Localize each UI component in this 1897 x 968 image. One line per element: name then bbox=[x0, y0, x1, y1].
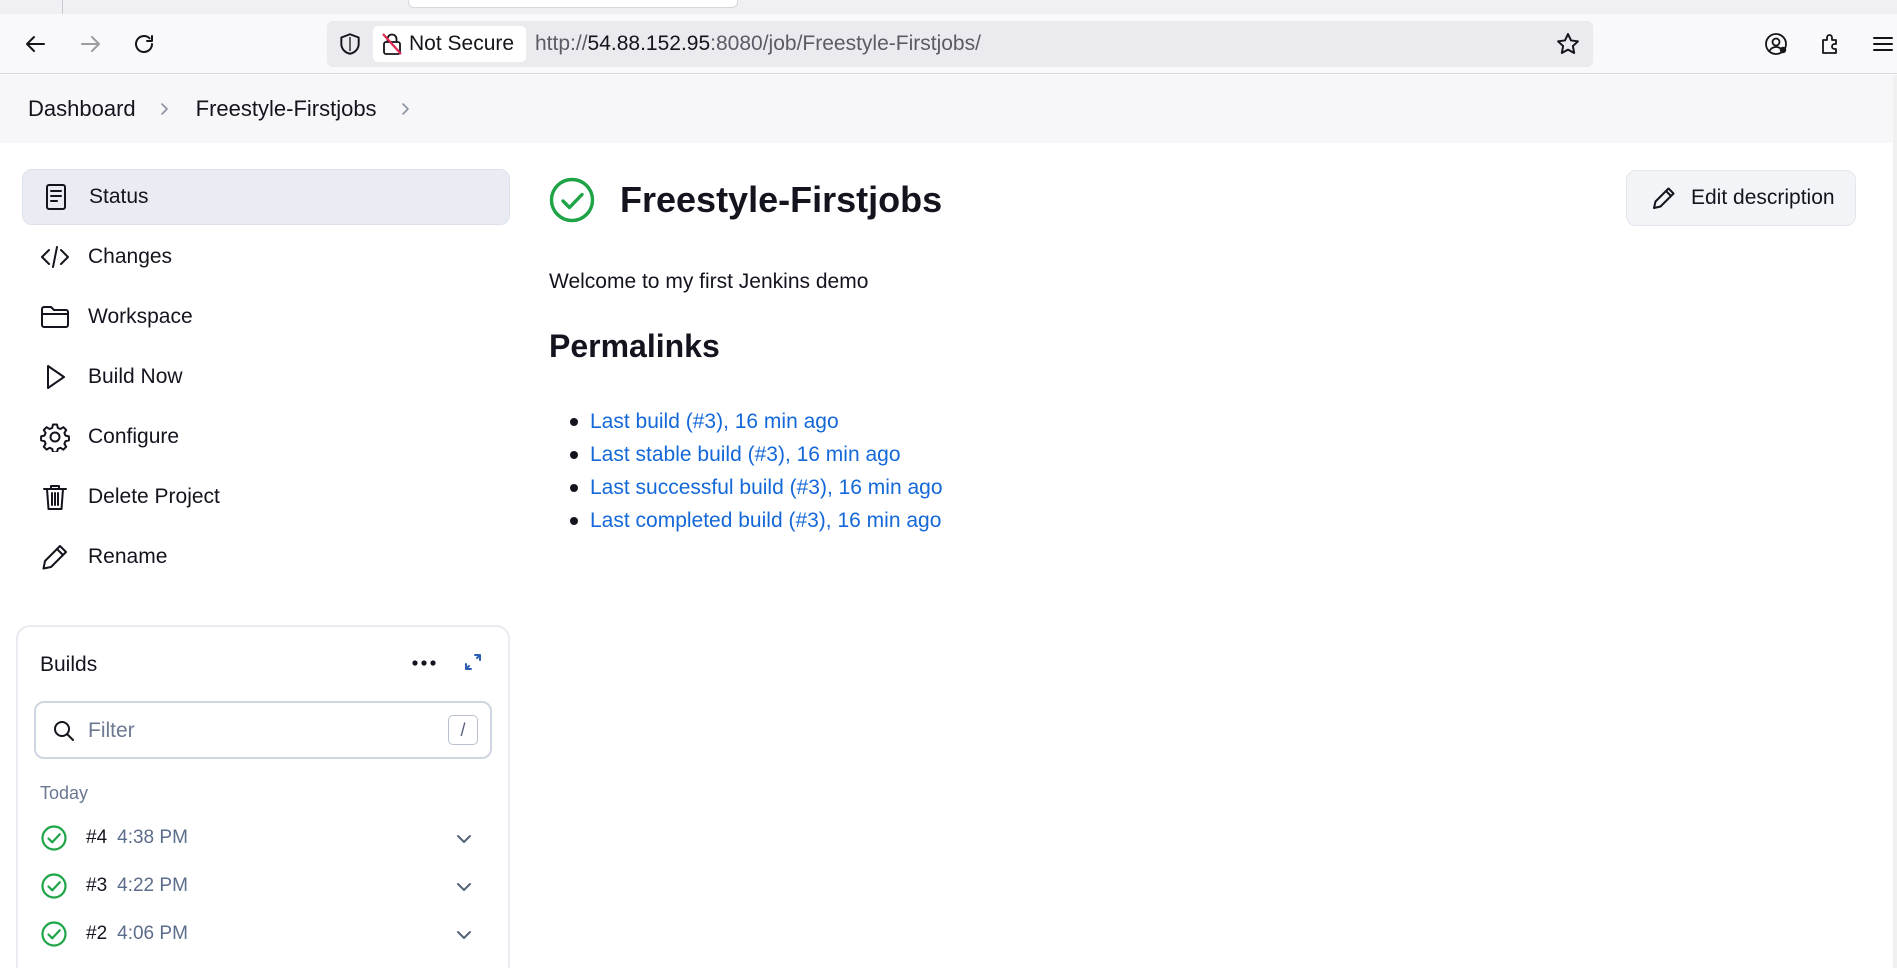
arrow-right-icon bbox=[81, 36, 100, 52]
builds-filter[interactable]: / bbox=[34, 701, 492, 759]
browser-tab-strip bbox=[0, 0, 1897, 14]
pencil-icon bbox=[1653, 187, 1675, 209]
breadcrumb-item-dashboard[interactable]: Dashboard bbox=[28, 96, 136, 122]
chevron-right-icon bbox=[156, 101, 172, 117]
pencil-icon bbox=[40, 542, 70, 572]
chevron-down-icon[interactable] bbox=[454, 877, 474, 897]
task-status[interactable]: Status bbox=[22, 169, 510, 225]
more-options-icon[interactable] bbox=[410, 653, 438, 673]
arrow-left-icon bbox=[26, 36, 45, 52]
builds-title: Builds bbox=[40, 653, 98, 676]
task-changes[interactable]: Changes bbox=[22, 229, 510, 285]
success-check-icon bbox=[41, 825, 67, 851]
filter-shortcut-key: / bbox=[448, 715, 478, 745]
filter-input[interactable] bbox=[88, 715, 428, 747]
success-check-icon bbox=[549, 177, 595, 223]
success-check-icon bbox=[41, 873, 67, 899]
task-label: Rename bbox=[88, 545, 168, 568]
permalinks-heading: Permalinks bbox=[549, 328, 720, 364]
build-time[interactable]: 4:22 PM bbox=[117, 875, 188, 897]
extensions-button[interactable] bbox=[1816, 29, 1846, 59]
builds-day-label: Today bbox=[40, 783, 89, 803]
trash-icon bbox=[40, 482, 70, 512]
bookmark-star-icon[interactable] bbox=[1555, 31, 1581, 57]
task-label: Changes bbox=[88, 245, 173, 268]
chevron-right-icon[interactable] bbox=[397, 101, 413, 117]
build-row[interactable]: #2 4:06 PM bbox=[40, 917, 480, 951]
breadcrumb-item-job[interactable]: Freestyle-Firstjobs bbox=[196, 96, 377, 122]
permalink-last-successful-build[interactable]: Last successful build (#3), 16 min ago bbox=[590, 476, 943, 500]
task-label: Build Now bbox=[88, 365, 183, 388]
list-item: Last stable build (#3), 16 min ago bbox=[590, 438, 943, 471]
task-label: Configure bbox=[88, 425, 180, 448]
url-host: 54.88.152.95 bbox=[587, 32, 711, 55]
url-path: :8080/job/Freestyle-Firstjobs/ bbox=[710, 32, 981, 55]
search-icon bbox=[54, 721, 74, 741]
app-menu-button[interactable] bbox=[1868, 29, 1897, 59]
url-scheme: http:// bbox=[535, 32, 588, 55]
edit-description-label: Edit description bbox=[1691, 186, 1835, 209]
expand-icon[interactable] bbox=[462, 651, 484, 673]
status-icon bbox=[41, 182, 71, 212]
task-rename[interactable]: Rename bbox=[22, 529, 510, 585]
task-configure[interactable]: Configure bbox=[22, 409, 510, 465]
account-button[interactable] bbox=[1761, 29, 1791, 59]
permalink-last-stable-build[interactable]: Last stable build (#3), 16 min ago bbox=[590, 443, 901, 467]
edit-description-button[interactable]: Edit description bbox=[1626, 170, 1856, 226]
code-icon bbox=[40, 242, 70, 272]
build-row[interactable]: #3 4:22 PM bbox=[40, 869, 480, 903]
page-title: Freestyle-Firstjobs bbox=[620, 179, 943, 220]
page-scrollbar[interactable] bbox=[1893, 75, 1897, 968]
permalink-last-build[interactable]: Last build (#3), 16 min ago bbox=[590, 410, 839, 434]
job-description: Welcome to my first Jenkins demo bbox=[549, 270, 869, 293]
build-time[interactable]: 4:38 PM bbox=[117, 827, 188, 849]
url-text[interactable]: http://54.88.152.95:8080/job/Freestyle-F… bbox=[535, 32, 981, 56]
shield-icon[interactable] bbox=[337, 31, 363, 57]
security-indicator[interactable]: Not Secure bbox=[373, 26, 527, 62]
tab-divider bbox=[62, 0, 63, 14]
permalink-last-completed-build[interactable]: Last completed build (#3), 16 min ago bbox=[590, 509, 941, 533]
task-workspace[interactable]: Workspace bbox=[22, 289, 510, 345]
list-item: Last build (#3), 16 min ago bbox=[590, 405, 943, 438]
build-time[interactable]: 4:06 PM bbox=[117, 923, 188, 945]
hamburger-menu-icon bbox=[1872, 37, 1893, 51]
build-row[interactable]: #4 4:38 PM bbox=[40, 821, 480, 855]
task-label: Delete Project bbox=[88, 485, 220, 508]
browser-toolbar: Not Secure http://54.88.152.95:8080/job/… bbox=[0, 14, 1897, 74]
security-label: Not Secure bbox=[409, 32, 515, 55]
task-delete-project[interactable]: Delete Project bbox=[22, 469, 510, 525]
back-button[interactable] bbox=[20, 28, 52, 60]
folder-icon bbox=[40, 302, 70, 332]
account-icon bbox=[1765, 33, 1787, 55]
puzzle-icon bbox=[1822, 34, 1837, 54]
job-header: Freestyle-Firstjobs bbox=[548, 176, 942, 224]
build-number[interactable]: #3 bbox=[86, 875, 107, 897]
task-build-now[interactable]: Build Now bbox=[22, 349, 510, 405]
gear-icon bbox=[40, 422, 70, 452]
breadcrumb: Dashboard Freestyle-Firstjobs bbox=[0, 75, 1897, 143]
task-label: Workspace bbox=[88, 305, 193, 328]
permalinks-list: Last build (#3), 16 min ago Last stable … bbox=[590, 405, 943, 537]
list-item: Last successful build (#3), 16 min ago bbox=[590, 471, 943, 504]
success-check-icon bbox=[41, 921, 67, 947]
insecure-lock-icon bbox=[382, 33, 402, 55]
active-browser-tab[interactable] bbox=[408, 0, 738, 8]
chevron-down-icon[interactable] bbox=[454, 829, 474, 849]
reload-button[interactable] bbox=[128, 28, 160, 60]
builds-panel: Builds / Today #4 4:38 PM #3 4:22 PM #2 … bbox=[16, 625, 510, 968]
reload-icon bbox=[135, 35, 153, 53]
play-icon bbox=[40, 362, 70, 392]
side-panel-tasks: Status Changes Workspace Build Now Confi… bbox=[22, 169, 510, 589]
forward-button[interactable] bbox=[74, 28, 106, 60]
address-bar[interactable]: Not Secure http://54.88.152.95:8080/job/… bbox=[327, 21, 1593, 67]
chevron-down-icon[interactable] bbox=[454, 925, 474, 945]
build-number[interactable]: #4 bbox=[86, 827, 107, 849]
build-number[interactable]: #2 bbox=[86, 923, 107, 945]
task-label: Status bbox=[89, 185, 149, 208]
list-item: Last completed build (#3), 16 min ago bbox=[590, 504, 943, 537]
